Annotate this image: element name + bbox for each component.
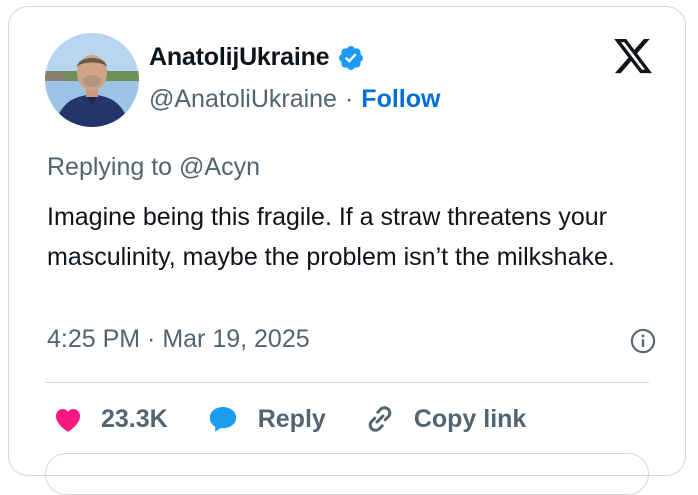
verified-badge-icon xyxy=(337,44,365,72)
avatar[interactable] xyxy=(45,33,139,127)
timestamp[interactable]: 4:25 PM · Mar 19, 2025 xyxy=(47,325,310,354)
handle[interactable]: @AnatoliUkraine xyxy=(149,85,337,114)
like-count: 23.3K xyxy=(101,404,168,433)
handle-row: @AnatoliUkraine · Follow xyxy=(149,85,440,114)
copy-link-label: Copy link xyxy=(413,404,527,433)
display-name[interactable]: AnatolijUkraine xyxy=(149,43,330,72)
like-button[interactable]: 23.3K xyxy=(51,403,168,435)
copy-link-button[interactable]: Copy link xyxy=(362,401,527,437)
link-icon xyxy=(362,401,398,437)
heart-icon xyxy=(51,403,85,435)
replying-to[interactable]: Replying to @Acyn xyxy=(47,153,260,182)
read-replies-button[interactable] xyxy=(45,453,649,495)
tweet-card: AnatolijUkraine @AnatoliUkraine · Follow… xyxy=(8,6,686,495)
action-bar: 23.3K Reply Copy link xyxy=(51,401,562,437)
divider xyxy=(45,382,649,383)
separator-dot: · xyxy=(344,85,354,113)
x-logo-icon[interactable] xyxy=(611,35,655,77)
info-icon[interactable] xyxy=(629,327,657,355)
author-name-row: AnatolijUkraine xyxy=(149,43,365,72)
tweet-text: Imagine being this fragile. If a straw t… xyxy=(47,203,615,271)
reply-label: Reply xyxy=(257,404,326,433)
reply-button[interactable]: Reply xyxy=(204,402,326,436)
speech-bubble-icon xyxy=(204,402,242,436)
follow-button[interactable]: Follow xyxy=(361,85,440,114)
